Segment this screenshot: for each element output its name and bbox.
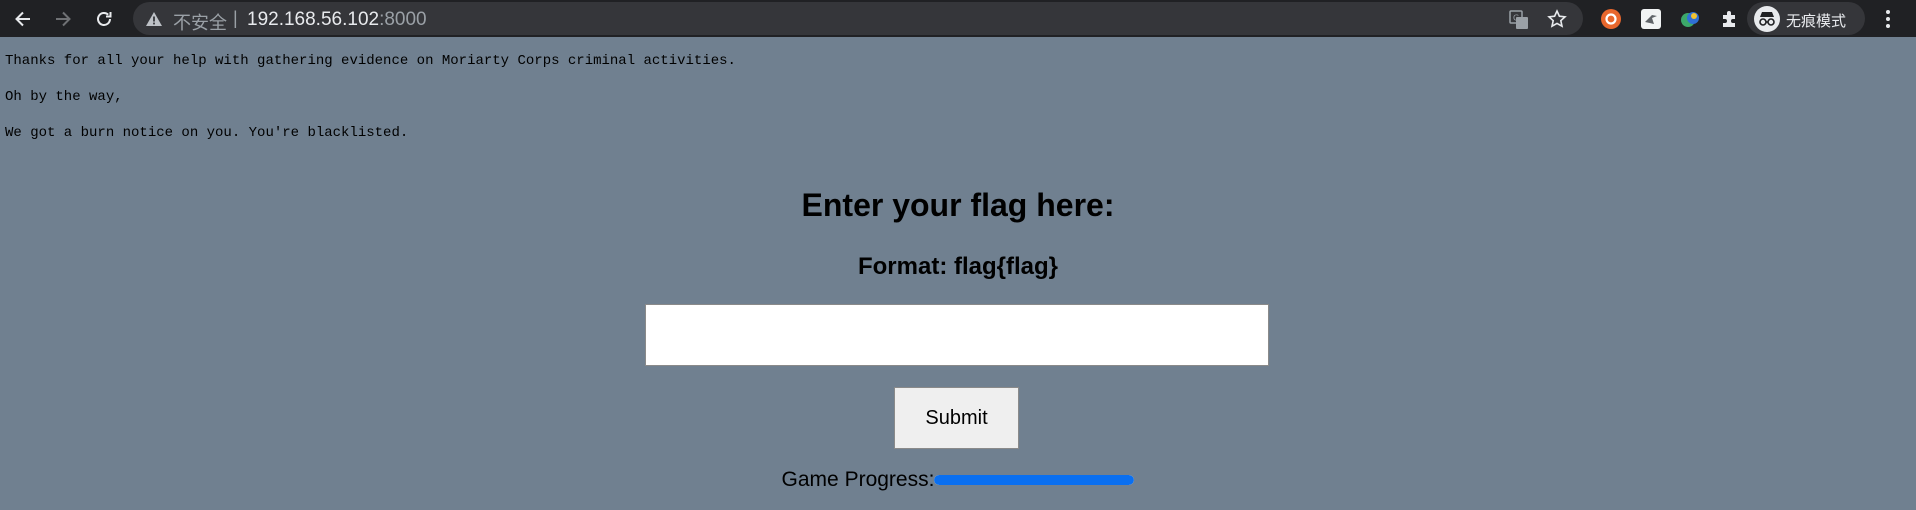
incognito-profile-button[interactable]: 无痕模式 bbox=[1747, 2, 1865, 35]
reload-icon bbox=[97, 12, 112, 26]
progress-bar bbox=[934, 475, 1135, 485]
translate-icon[interactable]: G bbox=[1509, 10, 1529, 30]
bookmark-star-icon[interactable] bbox=[1547, 9, 1567, 29]
format-hint: Format: flag{flag} bbox=[857, 253, 1058, 280]
svg-text:G: G bbox=[1513, 14, 1519, 23]
progress-fill bbox=[934, 475, 1135, 485]
address-bar[interactable]: 不安全 | 192.168.56.102:8000 G bbox=[133, 2, 1583, 35]
extension-color-icon[interactable] bbox=[1679, 8, 1701, 30]
warning-icon[interactable] bbox=[145, 11, 163, 27]
page-title: Enter your flag here: bbox=[801, 187, 1115, 223]
extension-bird-icon[interactable] bbox=[1640, 8, 1662, 30]
incognito-label: 无痕模式 bbox=[1786, 12, 1847, 30]
browser-toolbar: 不安全 | 192.168.56.102:8000 G 无痕模式 bbox=[0, 0, 1916, 37]
flag-input[interactable] bbox=[645, 304, 1269, 366]
browser-menu-button[interactable] bbox=[1876, 4, 1900, 34]
message-line-1: Thanks for all your help with gathering … bbox=[5, 53, 736, 69]
url-port: :8000 bbox=[379, 9, 427, 30]
message-line-3: We got a burn notice on you. You're blac… bbox=[5, 125, 409, 141]
back-button[interactable] bbox=[8, 4, 38, 34]
forward-arrow-icon bbox=[56, 11, 71, 27]
url-host: 192.168.56.102 bbox=[247, 9, 380, 30]
extensions-puzzle-icon[interactable] bbox=[1719, 8, 1741, 30]
submit-button[interactable]: Submit bbox=[894, 387, 1019, 449]
more-vert-icon bbox=[1886, 10, 1890, 28]
address-separator: | bbox=[233, 8, 238, 28]
back-arrow-icon bbox=[15, 11, 30, 27]
extension-orange-icon[interactable] bbox=[1600, 8, 1622, 30]
message-line-2: Oh by the way, bbox=[5, 89, 123, 105]
game-progress: Game Progress: bbox=[0, 468, 1916, 492]
forward-button[interactable] bbox=[48, 4, 78, 34]
address-url[interactable]: 192.168.56.102:8000 bbox=[247, 9, 427, 31]
security-status-label[interactable]: 不安全 bbox=[173, 9, 227, 35]
incognito-icon bbox=[1754, 6, 1780, 32]
progress-label: Game Progress: bbox=[781, 468, 935, 491]
reload-button[interactable] bbox=[89, 4, 119, 34]
